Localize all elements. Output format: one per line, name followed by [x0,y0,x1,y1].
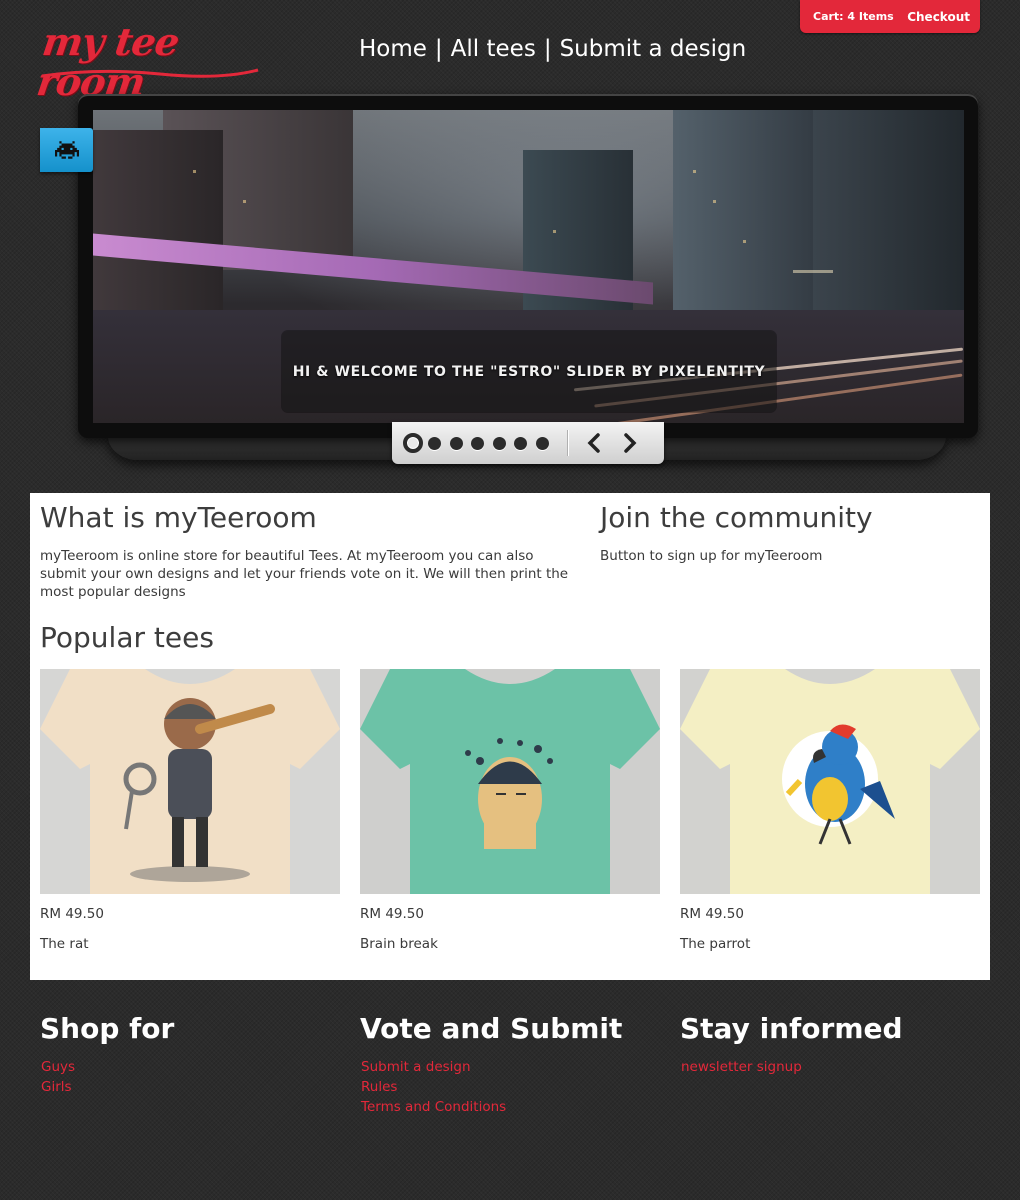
tee-name-link[interactable]: Brain break [360,936,438,952]
slider-ribbon [40,128,93,172]
tee-price: RM 49.50 [360,906,424,922]
tee-price: RM 49.50 [680,906,744,922]
cart-count[interactable]: Cart: 4 Items [813,10,894,23]
site-logo[interactable]: my tee room [34,19,260,104]
logo-swash [41,68,259,78]
community-text: Button to sign up for myTeeroom [600,548,823,564]
cart-bar: Cart: 4 Items Checkout [800,0,980,33]
popular-tees-title: Popular tees [40,621,214,654]
footer-informed-title: Stay informed [680,1012,903,1045]
tee-name-link[interactable]: The rat [40,936,89,952]
slider-dot-7[interactable] [535,436,549,450]
tee-shirt-graphic [680,669,980,894]
footer-vote-title: Vote and Submit [360,1012,623,1045]
slide-caption: HI & WELCOME TO THE "ESTRO" SLIDER BY PI… [282,331,776,412]
chevron-right-icon [624,433,637,453]
tee-shirt-graphic [40,669,340,894]
nav-home-link[interactable]: Home [359,36,427,62]
tee-image-the-parrot[interactable] [680,669,980,894]
tee-image-the-rat[interactable] [40,669,340,894]
footer-link-submit-design[interactable]: Submit a design [361,1059,471,1075]
nav-submit-design-link[interactable]: Submit a design [560,36,747,62]
tee-image-brain-break[interactable] [360,669,660,894]
slider-dot-4[interactable] [471,436,484,450]
content-panel: What is myTeeroom myTeeroom is online st… [30,493,990,980]
nav-separator: | [434,36,443,62]
slider-dot-6[interactable] [514,436,527,450]
footer-link-terms[interactable]: Terms and Conditions [361,1099,506,1115]
slider-control-divider [567,430,568,456]
space-invader-icon [54,141,79,159]
slider-prev-button[interactable] [584,431,604,455]
slider-next-button[interactable] [620,431,640,455]
footer-link-girls[interactable]: Girls [41,1079,72,1095]
nav-separator: | [543,36,552,62]
slider-dot-1[interactable] [403,433,423,453]
slide-caption-text: HI & WELCOME TO THE "ESTRO" SLIDER BY PI… [292,363,766,380]
tee-shirt-graphic [360,669,660,894]
slider-controls [392,422,664,464]
tee-name-link[interactable]: The parrot [680,936,750,952]
slider-dot-3[interactable] [449,436,463,450]
main-nav: Home | All tees | Submit a design [359,34,746,64]
about-text: myTeeroom is online store for beautiful … [40,548,569,600]
tee-price: RM 49.50 [40,906,104,922]
community-title: Join the community [600,501,873,534]
checkout-button[interactable]: Checkout [907,10,970,24]
chevron-left-icon [587,433,600,453]
about-title: What is myTeeroom [40,501,317,534]
footer-link-rules[interactable]: Rules [361,1079,397,1095]
slider-dot-5[interactable] [492,436,506,450]
footer-link-newsletter[interactable]: newsletter signup [681,1059,802,1075]
footer-link-guys[interactable]: Guys [41,1059,75,1075]
footer-shop-title: Shop for [40,1012,175,1045]
slider-dot-2[interactable] [428,436,441,450]
nav-all-tees-link[interactable]: All tees [451,36,536,62]
logo-text: my tee room [34,19,182,104]
